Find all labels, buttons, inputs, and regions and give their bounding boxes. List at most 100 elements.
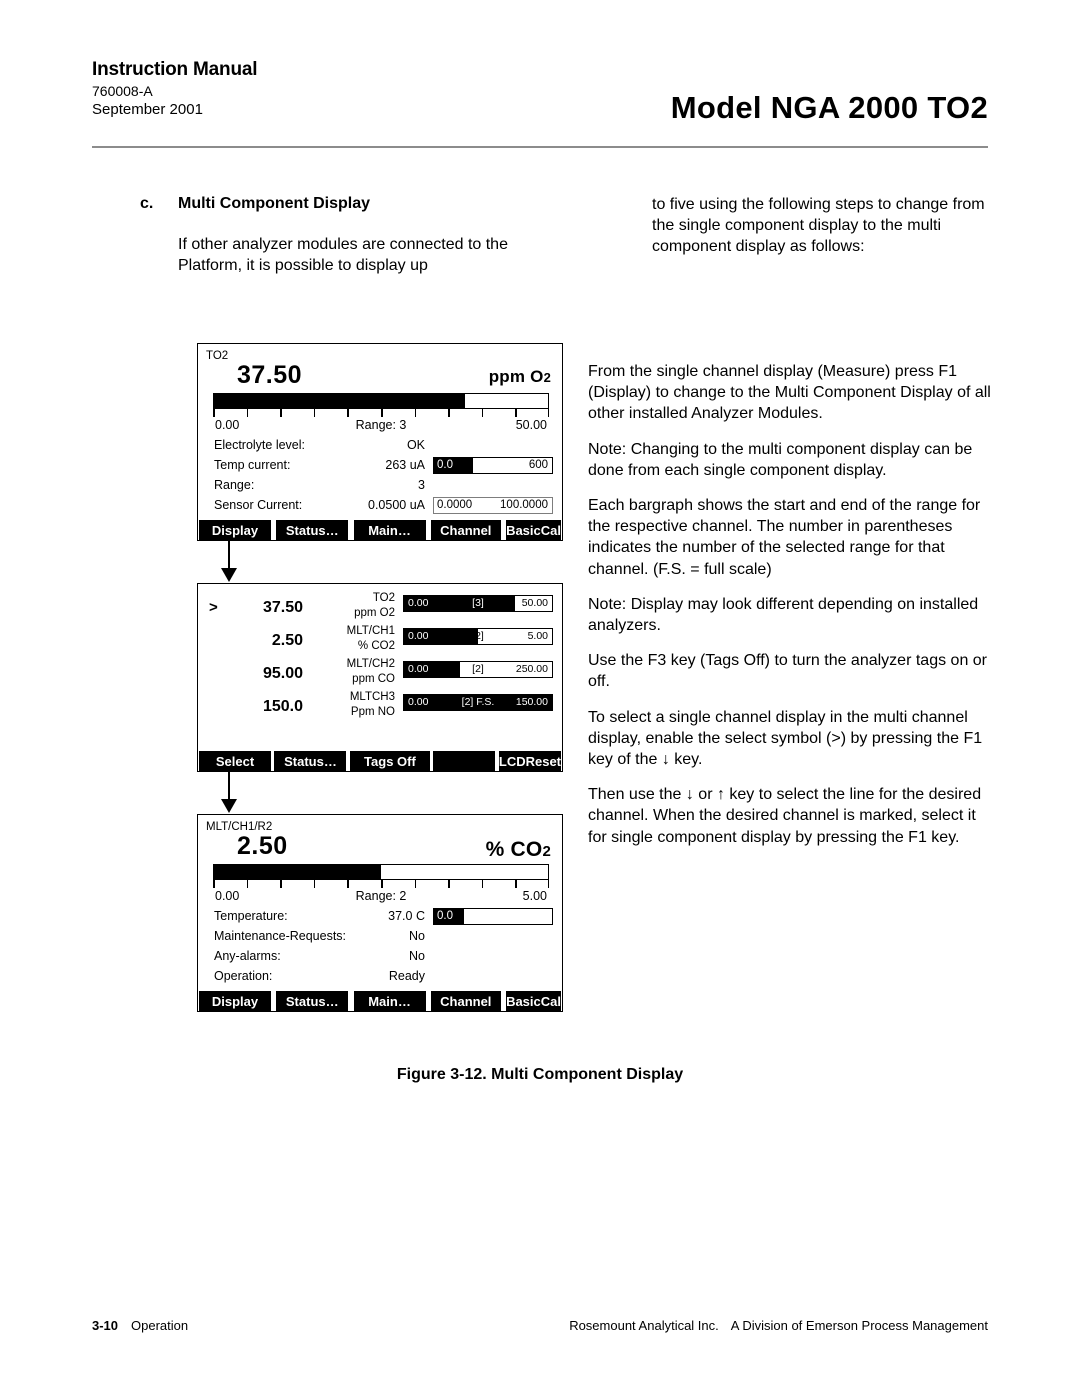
section-letter: c. xyxy=(140,195,154,212)
multi-bargraph-low: 0.00 xyxy=(408,696,429,708)
bargraph-tick xyxy=(414,880,417,888)
softkey-empty[interactable] xyxy=(433,751,496,771)
softkey-status[interactable]: Status… xyxy=(276,520,349,540)
multi-bargraph-high: 150.00 xyxy=(515,696,548,708)
softkey-lcdreset[interactable]: LCDReset xyxy=(498,751,561,771)
multi-bargraph-range: [3] xyxy=(472,597,484,609)
section-heading: c. Multi Component Display xyxy=(140,193,540,214)
primary-unit-bottom: % CO2 xyxy=(485,838,551,861)
bargraph-low-bottom: 0.00 xyxy=(215,889,240,903)
multi-bargraph-low: 0.00 xyxy=(408,630,429,642)
detail-value: 37.0 C xyxy=(388,909,425,923)
detail-value: No xyxy=(409,949,425,963)
detail-value: 3 xyxy=(418,478,425,492)
multi-value: 37.50 xyxy=(262,599,303,616)
softkey-status[interactable]: Status… xyxy=(274,751,347,771)
bargraph-tick xyxy=(347,880,349,888)
detail-minibar: 0.0 600 xyxy=(433,457,553,474)
bargraph-tick xyxy=(313,880,316,888)
primary-reading-row-top: 37.50 ppm O2 xyxy=(205,361,555,393)
left-text-column: c. Multi Component Display If other anal… xyxy=(140,193,540,276)
detail-label: Maintenance-Requests: xyxy=(214,929,347,943)
primary-value-top: 37.50 xyxy=(237,361,303,389)
multi-row[interactable]: > 37.50 TO2 ppm O2 0.00 [3] 50.00 xyxy=(205,592,555,625)
softkey-channel[interactable]: Channel xyxy=(430,991,501,1011)
softkey-status[interactable]: Status… xyxy=(276,991,349,1011)
figure-multi-component-display: TO2 37.50 ppm O2 0.00 Range: 3 50.00 Ele… xyxy=(197,343,563,1012)
detail-minibar-high: 100.0000 xyxy=(500,499,548,511)
multi-bargraph-range: [2] xyxy=(472,663,484,675)
detail-label: Electrolyte level: xyxy=(214,438,306,452)
paragraph-note-display-differs: Note: Display may look different dependi… xyxy=(588,595,979,635)
softkey-main[interactable]: Main… xyxy=(353,991,426,1011)
lcd-panel-single-top: TO2 37.50 ppm O2 0.00 Range: 3 50.00 Ele… xyxy=(197,343,563,541)
paragraph-arrow-keys: Then use the ↓ or ↑ key to select the li… xyxy=(588,786,982,846)
connector-arrow-top xyxy=(197,541,563,583)
softkey-basiccal[interactable]: BasicCal xyxy=(506,991,561,1011)
detail-row: Temp current: 263 uA 0.0 600 xyxy=(205,457,555,477)
bargraph-range-top: Range: 3 xyxy=(355,418,407,432)
softkey-basiccal[interactable]: BasicCal xyxy=(506,520,561,540)
manual-title: Instruction Manual xyxy=(92,59,258,80)
softkey-display[interactable]: Display xyxy=(199,520,271,540)
lcd-panel-multi: > 37.50 TO2 ppm O2 0.00 [3] 50.00 2.50 ML… xyxy=(197,583,563,772)
bargraph-ticks-bottom xyxy=(213,880,549,888)
footer-company: Rosemount Analytical Inc. xyxy=(569,1318,719,1333)
softkey-tags-off[interactable]: Tags Off xyxy=(349,751,430,771)
detail-label: Temp current: xyxy=(214,458,291,472)
multi-rows: > 37.50 TO2 ppm O2 0.00 [3] 50.00 2.50 ML… xyxy=(198,584,562,748)
detail-row: Electrolyte level: OK xyxy=(205,437,555,457)
primary-unit-top: ppm O2 xyxy=(488,367,551,386)
detail-value: 0.0500 uA xyxy=(368,498,425,512)
bargraph-high-bottom: 5.00 xyxy=(522,889,547,903)
detail-minibar: 0.0 xyxy=(433,908,553,925)
primary-reading-row-bottom: 2.50 % CO2 xyxy=(205,832,555,864)
detail-value: No xyxy=(409,929,425,943)
detail-row: Maintenance-Requests: No xyxy=(205,928,555,948)
bargraph-labels-top: 0.00 Range: 3 50.00 xyxy=(213,417,549,435)
bargraph-tick xyxy=(347,409,349,417)
detail-label: Any-alarms: xyxy=(214,949,281,963)
multi-row[interactable]: 95.00 MLT/CH2 ppm CO 0.00 [2] 250.00 xyxy=(205,658,555,691)
footer-section-name: Operation xyxy=(131,1318,189,1333)
multi-bargraph: 0.00 [2] 5.00 xyxy=(403,628,553,645)
softkey-display[interactable]: Display xyxy=(199,991,271,1011)
multi-bargraph: 0.00 [2] F.S. 150.00 xyxy=(403,694,553,711)
softkey-select[interactable]: Select xyxy=(199,751,271,771)
detail-minibar-low: 0.0 xyxy=(437,910,453,922)
footer-right: Rosemount Analytical Inc. A Division of E… xyxy=(569,1318,988,1333)
paragraph-note-changing: Note: Changing to the multi component di… xyxy=(588,440,973,479)
multi-bargraph: 0.00 [2] 250.00 xyxy=(403,661,553,678)
detail-value: OK xyxy=(406,438,425,452)
softkey-bar-bottom: Display Status… Main… Channel BasicCal xyxy=(199,991,561,1011)
multi-bargraph-low: 0.00 xyxy=(408,597,429,609)
multi-row[interactable]: 150.0 MLTCH3 Ppm NO 0.00 [2] F.S. 150.00 xyxy=(205,691,555,724)
bargraph-tick xyxy=(381,409,383,417)
paragraph-bargraph-explanation: Each bargraph shows the start and end of… xyxy=(588,497,981,578)
detail-minibar: 0.0000 100.0000 xyxy=(433,497,553,514)
multi-row[interactable]: 2.50 MLT/CH1% CO2 0.00 [2] 5.00 xyxy=(205,625,555,658)
bargraph-tick xyxy=(547,880,549,888)
detail-minibar-low: 0.0 xyxy=(437,459,453,471)
softkey-bar-multi: Select Status… Tags Off LCDReset xyxy=(199,751,561,771)
detail-label: Range: xyxy=(214,478,255,492)
softkey-channel[interactable]: Channel xyxy=(430,520,501,540)
multi-spacer xyxy=(205,724,555,748)
bargraph-tick xyxy=(213,880,215,888)
paragraph-select-single-channel: To select a single channel display in th… xyxy=(588,708,983,769)
lcd-panel-single-bottom: MLT/CH1/R2 2.50 % CO2 0.00 Range: 2 5.00… xyxy=(197,814,563,1012)
bargraph-track-bottom xyxy=(213,864,549,880)
bargraph-tick xyxy=(246,880,249,888)
softkey-main[interactable]: Main… xyxy=(353,520,426,540)
detail-rows-bottom: Temperature: 37.0 C 0.0 Maintenance-Requ… xyxy=(205,908,555,988)
multi-bargraph-range: [2] F.S. xyxy=(461,696,495,708)
bargraph-fill-bottom xyxy=(214,865,381,879)
multi-bargraph-high: 50.00 xyxy=(521,597,548,609)
multi-tag: MLT/CH2 ppm CO xyxy=(346,658,395,685)
detail-row: Range: 3 xyxy=(205,477,555,497)
footer-division: A Division of Emerson Process Management xyxy=(730,1318,988,1333)
bargraph-track-top xyxy=(213,393,549,409)
detail-value: Ready xyxy=(388,969,425,983)
bargraph-tick xyxy=(246,409,249,417)
multi-tag: MLT/CH1% CO2 xyxy=(346,625,395,652)
